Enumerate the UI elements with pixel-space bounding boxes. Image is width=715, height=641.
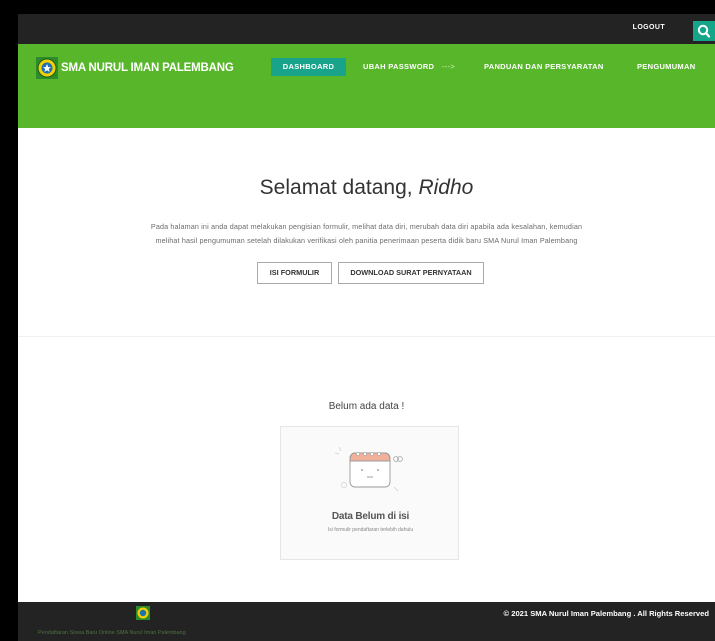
footer: Pendaftaran Siswa Baru Online SMA Nurul … <box>18 602 715 641</box>
empty-calendar-illustration <box>334 446 403 492</box>
empty-card-title: Data Belum di isi <box>331 511 410 522</box>
logout-link[interactable]: LOGOUT <box>633 24 665 31</box>
intro-line-2: melihat hasil pengumuman setelah dilakuk… <box>155 236 578 245</box>
nav-separator-arrow: ---> <box>442 62 456 71</box>
download-statement-button[interactable]: DOWNLOAD SURAT PERNYATAAN <box>338 262 484 284</box>
brand[interactable]: SMA NURUL IMAN PALEMBANG <box>36 57 234 79</box>
app-frame: LOGOUT SMA NURUL IMAN PALEMBANG DASHBOAR… <box>18 14 715 641</box>
section-divider <box>18 336 715 337</box>
main-navbar: SMA NURUL IMAN PALEMBANG DASHBOARD UBAH … <box>18 44 715 128</box>
welcome-heading: Selamat datang, Ridho <box>18 176 715 200</box>
intro-text: Pada halaman ini anda dapat melakukan pe… <box>78 220 655 248</box>
user-name: Ridho <box>418 176 474 199</box>
footer-caption: Pendaftaran Siswa Baru Online SMA Nurul … <box>38 630 186 636</box>
intro-line-1: Pada halaman ini anda dapat melakukan pe… <box>150 222 583 231</box>
footer-school-seal-logo <box>136 606 150 620</box>
empty-state-card: Data Belum di isi Isi formulir pendaftar… <box>280 426 459 560</box>
nav-announcement[interactable]: PENGUMUMAN <box>637 58 695 76</box>
footer-copyright: © 2021 SMA Nurul Iman Palembang . All Ri… <box>503 609 709 618</box>
school-seal-logo <box>36 57 58 79</box>
search-icon <box>697 24 711 38</box>
empty-card-subtitle: Isi formulir pendaftaran terlebih dahulu <box>327 527 414 533</box>
nav-change-password[interactable]: UBAH PASSWORD <box>363 58 434 76</box>
nav-dashboard[interactable]: DASHBOARD <box>271 58 346 76</box>
welcome-prefix: Selamat datang, <box>259 176 419 199</box>
empty-state-heading: Belum ada data ! <box>328 401 405 412</box>
fill-form-button[interactable]: ISI FORMULIR <box>257 262 332 284</box>
search-button[interactable] <box>693 21 715 41</box>
nav-guide-requirements[interactable]: PANDUAN DAN PERSYARATAN <box>484 58 604 76</box>
brand-name: SMA NURUL IMAN PALEMBANG <box>61 62 234 74</box>
top-bar: LOGOUT <box>18 14 715 44</box>
